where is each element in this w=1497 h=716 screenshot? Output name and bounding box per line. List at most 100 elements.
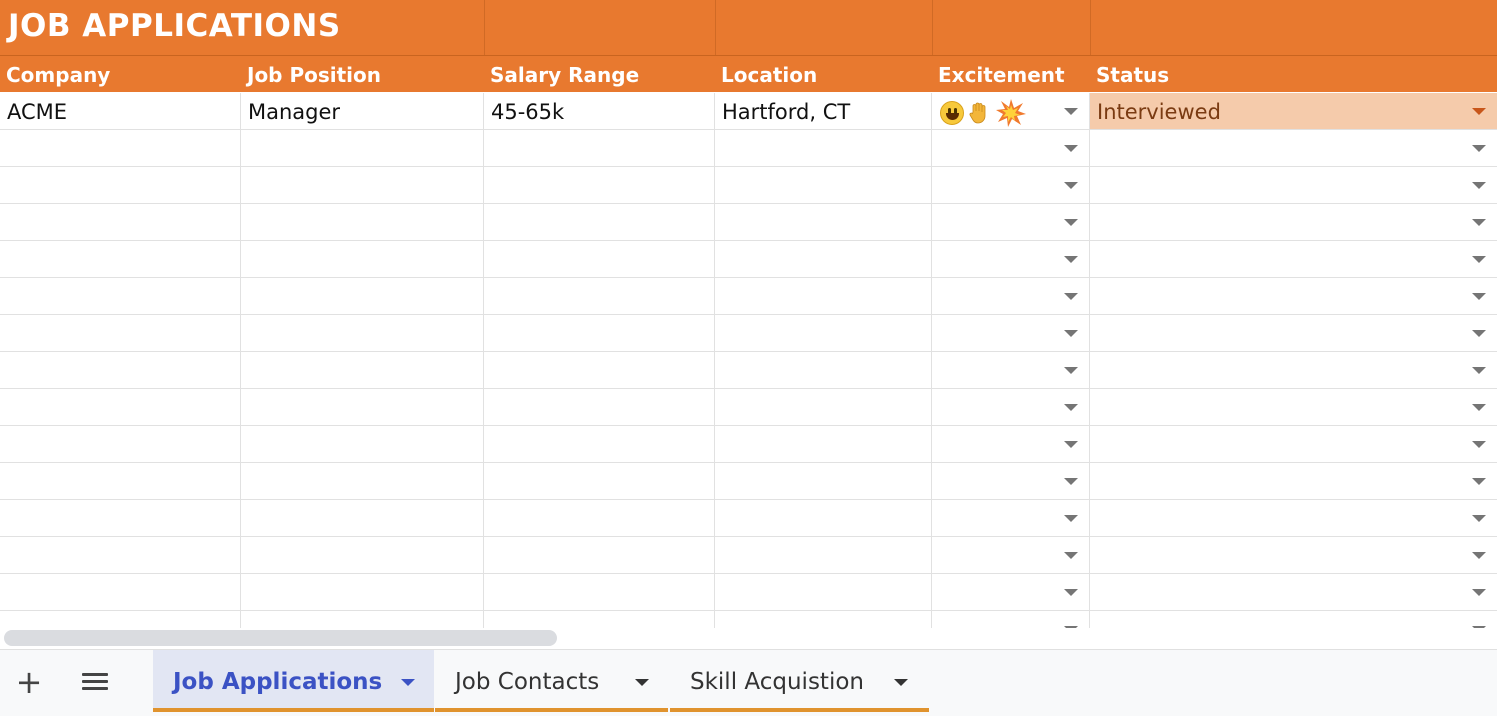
empty-cell[interactable] [1090, 204, 1497, 240]
dropdown-caret-icon[interactable] [1064, 404, 1078, 411]
cell-salary-range[interactable]: 45-65k [484, 93, 715, 129]
empty-cell[interactable] [0, 315, 241, 351]
spreadsheet-grid[interactable]: JOB APPLICATIONS Company Job Position Sa… [0, 0, 1497, 628]
empty-cell[interactable] [241, 389, 484, 425]
empty-cell[interactable] [241, 130, 484, 166]
empty-cell[interactable] [241, 611, 484, 628]
chevron-down-icon[interactable] [635, 679, 649, 686]
empty-cell[interactable] [0, 204, 241, 240]
empty-cell[interactable] [715, 315, 932, 351]
all-sheets-button[interactable] [80, 670, 110, 694]
empty-cell[interactable] [715, 130, 932, 166]
empty-cell[interactable] [1090, 352, 1497, 388]
empty-cell[interactable] [1090, 611, 1497, 628]
empty-cell[interactable] [932, 389, 1090, 425]
empty-cell[interactable] [0, 463, 241, 499]
empty-cell[interactable] [1090, 463, 1497, 499]
empty-cell[interactable] [0, 389, 241, 425]
empty-cell[interactable] [241, 315, 484, 351]
empty-cell[interactable] [241, 241, 484, 277]
empty-cell[interactable] [715, 167, 932, 203]
empty-cell[interactable] [484, 500, 715, 536]
empty-cell[interactable] [1090, 167, 1497, 203]
empty-cell[interactable] [715, 426, 932, 462]
dropdown-caret-icon[interactable] [1064, 515, 1078, 522]
dropdown-caret-icon[interactable] [1472, 108, 1486, 115]
dropdown-caret-icon[interactable] [1064, 293, 1078, 300]
empty-cell[interactable] [715, 241, 932, 277]
empty-cell[interactable] [715, 389, 932, 425]
empty-cell[interactable] [715, 463, 932, 499]
empty-cell[interactable] [715, 537, 932, 573]
cell-location[interactable]: Hartford, CT [715, 93, 932, 129]
tab-job-contacts[interactable]: Job Contacts [435, 650, 668, 712]
empty-cell[interactable] [1090, 315, 1497, 351]
cell-job-position[interactable]: Manager [241, 93, 484, 129]
header-salary-range[interactable]: Salary Range [484, 56, 715, 92]
dropdown-caret-icon[interactable] [1472, 330, 1486, 337]
chevron-down-icon[interactable] [894, 679, 908, 686]
empty-cell[interactable] [932, 241, 1090, 277]
add-sheet-button[interactable]: + [14, 658, 44, 708]
empty-cell[interactable] [715, 352, 932, 388]
dropdown-caret-icon[interactable] [1064, 182, 1078, 189]
empty-cell[interactable] [932, 278, 1090, 314]
empty-cell[interactable] [932, 167, 1090, 203]
chevron-down-icon[interactable] [401, 679, 415, 686]
empty-cell[interactable] [1090, 278, 1497, 314]
empty-cell[interactable] [932, 352, 1090, 388]
empty-cell[interactable] [1090, 241, 1497, 277]
dropdown-caret-icon[interactable] [1064, 367, 1078, 374]
dropdown-caret-icon[interactable] [1472, 293, 1486, 300]
empty-cell[interactable] [715, 611, 932, 628]
empty-cell[interactable] [241, 167, 484, 203]
header-location[interactable]: Location [715, 56, 932, 92]
header-excitement[interactable]: Excitement [932, 56, 1090, 92]
dropdown-caret-icon[interactable] [1064, 552, 1078, 559]
empty-cell[interactable] [0, 500, 241, 536]
empty-cell[interactable] [0, 574, 241, 610]
empty-cell[interactable] [241, 537, 484, 573]
header-company[interactable]: Company [0, 56, 241, 92]
empty-cell[interactable] [484, 426, 715, 462]
dropdown-caret-icon[interactable] [1064, 145, 1078, 152]
empty-cell[interactable] [241, 500, 484, 536]
horizontal-scrollbar-thumb[interactable] [4, 630, 557, 646]
empty-cell[interactable] [932, 130, 1090, 166]
empty-cell[interactable] [932, 500, 1090, 536]
empty-cell[interactable] [932, 204, 1090, 240]
dropdown-caret-icon[interactable] [1472, 256, 1486, 263]
dropdown-caret-icon[interactable] [1472, 441, 1486, 448]
empty-cell[interactable] [1090, 500, 1497, 536]
empty-cell[interactable] [0, 167, 241, 203]
title-row[interactable]: JOB APPLICATIONS [0, 0, 1497, 56]
empty-cell[interactable] [0, 241, 241, 277]
empty-cell[interactable] [1090, 130, 1497, 166]
empty-cell[interactable] [932, 537, 1090, 573]
dropdown-caret-icon[interactable] [1472, 552, 1486, 559]
empty-cell[interactable] [241, 426, 484, 462]
empty-cell[interactable] [0, 278, 241, 314]
empty-cell[interactable] [484, 130, 715, 166]
empty-cell[interactable] [1090, 389, 1497, 425]
empty-cell[interactable] [1090, 574, 1497, 610]
dropdown-caret-icon[interactable] [1064, 478, 1078, 485]
dropdown-caret-icon[interactable] [1064, 219, 1078, 226]
empty-cell[interactable] [715, 204, 932, 240]
cell-status[interactable]: Interviewed [1090, 93, 1497, 129]
empty-cell[interactable] [0, 130, 241, 166]
dropdown-caret-icon[interactable] [1472, 404, 1486, 411]
empty-cell[interactable] [241, 574, 484, 610]
empty-cell[interactable] [932, 611, 1090, 628]
header-status[interactable]: Status [1090, 56, 1497, 92]
empty-cell[interactable] [1090, 537, 1497, 573]
empty-cell[interactable] [932, 426, 1090, 462]
empty-cell[interactable] [0, 426, 241, 462]
dropdown-caret-icon[interactable] [1472, 219, 1486, 226]
empty-cell[interactable] [715, 500, 932, 536]
dropdown-caret-icon[interactable] [1472, 478, 1486, 485]
empty-cell[interactable] [484, 278, 715, 314]
dropdown-caret-icon[interactable] [1472, 515, 1486, 522]
empty-cell[interactable] [932, 463, 1090, 499]
empty-cell[interactable] [484, 315, 715, 351]
